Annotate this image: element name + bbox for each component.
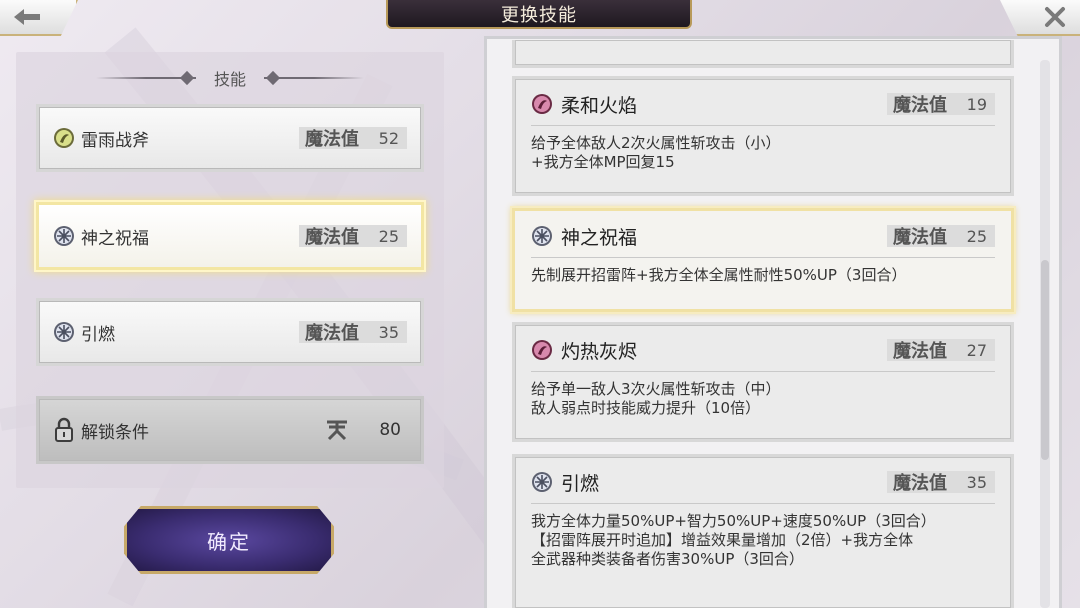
mp-value: 35 [966, 472, 987, 492]
mp-value: 25 [966, 226, 987, 246]
scrollbar-thumb[interactable] [1041, 260, 1049, 460]
mp-cost-tag: 魔法值 27 [887, 339, 995, 362]
skill-slot-1[interactable]: 雷雨战斧 魔法值 52 [36, 104, 424, 172]
skill-name: 神之祝福 [81, 228, 149, 249]
skill-name: 柔和火焰 [561, 94, 638, 117]
card-header: 柔和火焰 魔法值 19 [531, 89, 995, 119]
mp-label: 魔法值 [305, 227, 359, 248]
confirm-button[interactable]: 确定 [124, 506, 334, 574]
divider [531, 503, 995, 504]
skill-description: 给予单一敌人3次火属性斩攻击（中） 敌人弱点时技能威力提升（10倍） [531, 380, 781, 417]
equipped-skills-panel: 技能 雷雨战斧 魔法值 52 神之祝福 魔法值 25 引燃 魔法值 35 解锁条… [16, 52, 444, 488]
skill-name: 神之祝福 [561, 226, 638, 249]
divider [531, 125, 995, 126]
skill-description: 先制展开招雷阵+我方全体全属性耐性50%UP（3回合） [531, 266, 907, 284]
card-header: 灼热灰烬 魔法值 27 [531, 335, 995, 365]
snowflake-icon [54, 322, 74, 342]
section-title: 技能 [213, 70, 246, 89]
mp-cost-tag: 魔法值 35 [887, 471, 995, 494]
divider [531, 257, 995, 258]
mp-label: 魔法值 [893, 473, 947, 494]
close-button[interactable] [1000, 0, 1080, 36]
mp-value: 35 [378, 322, 399, 342]
mp-value: 19 [966, 94, 987, 114]
skill-slot-3[interactable]: 引燃 魔法值 35 [36, 298, 424, 366]
skill-name: 灼热灰烬 [561, 340, 638, 363]
mp-label: 魔法值 [305, 129, 359, 150]
unlock-condition-label: 解锁条件 [81, 422, 149, 443]
unlock-cost: 80 [325, 419, 401, 441]
skill-name: 引燃 [561, 472, 600, 495]
skill-card-1[interactable]: 柔和火焰 魔法值 19 给予全体敌人2次火属性斩攻击（小） +我方全体MP回复1… [512, 76, 1014, 196]
mp-cost-tag: 魔法值 19 [887, 93, 995, 116]
section-header: 技能 [16, 66, 444, 90]
mp-label: 魔法值 [305, 323, 359, 344]
mp-label: 魔法值 [893, 341, 947, 362]
crescent-orb-icon [54, 128, 74, 148]
skill-name: 引燃 [81, 324, 115, 345]
skill-description: 给予全体敌人2次火属性斩攻击（小） +我方全体MP回复15 [531, 134, 781, 171]
unlock-cost-value: 80 [379, 420, 401, 440]
mp-cost-tag: 魔法值 35 [299, 321, 407, 344]
skill-card-4[interactable]: 引燃 魔法值 35 我方全体力量50%UP+智力50%UP+速度50%UP（3回… [512, 454, 1014, 608]
skill-card-partial[interactable] [512, 40, 1014, 68]
close-icon [1045, 7, 1065, 27]
ornament-right [264, 73, 364, 83]
mp-label: 魔法值 [893, 227, 947, 248]
mp-cost-tag: 魔法值 52 [299, 127, 407, 150]
snowflake-icon [54, 226, 74, 246]
ornament-left [95, 73, 196, 83]
back-arrow-icon [14, 9, 40, 25]
mp-label: 魔法值 [893, 95, 947, 116]
skill-description: 我方全体力量50%UP+智力50%UP+速度50%UP（3回合） 【招雷阵展开时… [531, 512, 936, 568]
card-header: 引燃 魔法值 35 [531, 467, 995, 497]
rank-glyph-icon [327, 420, 348, 441]
mp-value: 27 [966, 340, 987, 360]
page-title: 更换技能 [386, 0, 692, 29]
locked-skill-slot[interactable]: 解锁条件 80 [36, 396, 424, 464]
mp-value: 25 [378, 226, 399, 246]
skill-card-2[interactable]: 神之祝福 魔法值 25 先制展开招雷阵+我方全体全属性耐性50%UP（3回合） [512, 208, 1014, 312]
fire-orb-icon [532, 340, 552, 360]
mp-cost-tag: 魔法值 25 [299, 225, 407, 248]
skill-slot-2[interactable]: 神之祝福 魔法值 25 [36, 202, 424, 270]
skill-name: 雷雨战斧 [81, 130, 149, 151]
mp-value: 52 [378, 128, 399, 148]
divider [531, 371, 995, 372]
mp-cost-tag: 魔法值 25 [887, 225, 995, 248]
fire-orb-icon [532, 94, 552, 114]
skill-card-3[interactable]: 灼热灰烬 魔法值 27 给予单一敌人3次火属性斩攻击（中） 敌人弱点时技能威力提… [512, 322, 1014, 442]
snowflake-icon [532, 226, 552, 246]
back-button[interactable] [0, 0, 78, 36]
padlock-icon [55, 417, 73, 442]
snowflake-icon [532, 472, 552, 492]
card-header: 神之祝福 魔法值 25 [531, 221, 995, 251]
